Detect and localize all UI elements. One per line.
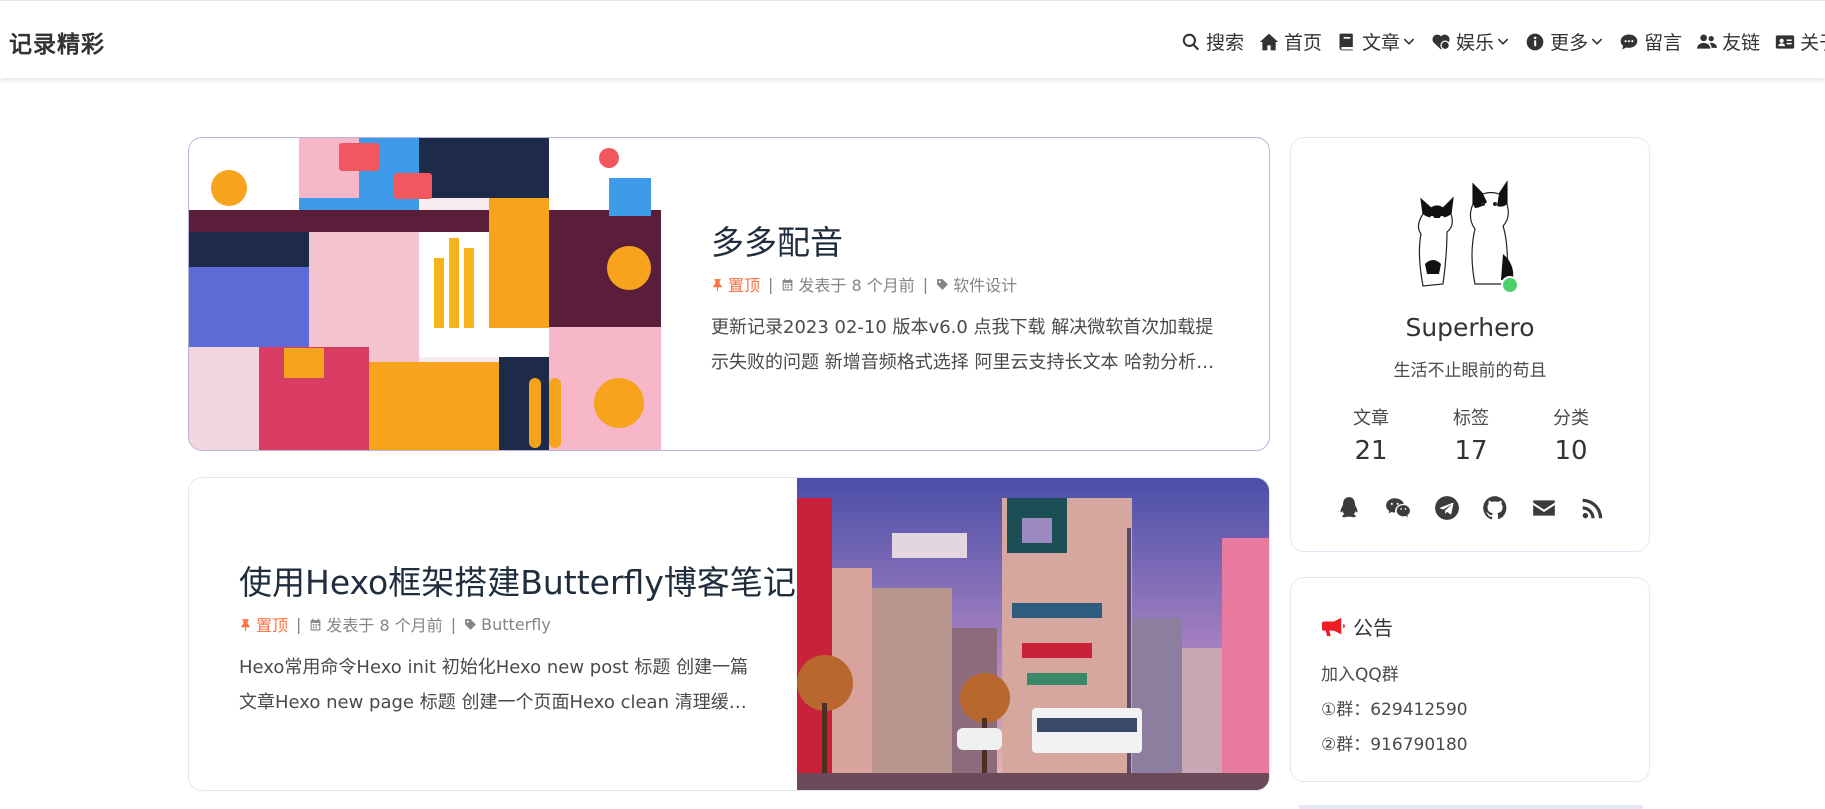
info-icon: [1526, 33, 1544, 50]
stat-value: 17: [1454, 436, 1488, 466]
nav-item-guestbook[interactable]: 留言: [1619, 28, 1682, 55]
post-category-label: Butterfly: [481, 614, 551, 634]
bullhorn-icon: [1322, 617, 1345, 636]
nav-item-label: 关于: [1800, 32, 1825, 54]
stat-tags[interactable]: 标签 17: [1421, 404, 1521, 466]
email-icon[interactable]: [1531, 495, 1557, 521]
calendar-icon: [311, 618, 321, 630]
sticky-badge: 置顶: [239, 612, 288, 636]
post-cover-image[interactable]: [189, 138, 661, 450]
post-excerpt: Hexo常用命令Hexo init 初始化Hexo new post 标题 创建…: [239, 657, 749, 713]
author-stats: 文章 21 标签 17 分类 10: [1321, 404, 1621, 466]
cover-illustration: [189, 138, 661, 450]
sticky-label: 置顶: [728, 276, 761, 295]
telegram-icon[interactable]: [1434, 495, 1460, 521]
post-date-label: 发表于 8 个月前: [326, 616, 443, 635]
post-info: 多多配音 置顶 | 发表于 8 个月前 | 软件设计 更新记录2023 02-1…: [711, 138, 1269, 450]
search-icon: [1182, 33, 1200, 50]
nav-item-label: 搜索: [1206, 32, 1245, 54]
meta-separator: |: [450, 614, 457, 634]
nav-item-more[interactable]: 更多: [1525, 28, 1604, 55]
sticky-label: 置顶: [256, 616, 289, 635]
cover-illustration: [797, 478, 1269, 790]
chevron-down-icon: [1403, 38, 1415, 45]
heart-icon: [1432, 34, 1451, 50]
id-card-icon: [1775, 34, 1795, 49]
nav-item-label: 更多: [1550, 32, 1589, 54]
wechat-icon[interactable]: [1385, 495, 1411, 521]
post-category-label: 软件设计: [953, 276, 1018, 295]
post-card[interactable]: 多多配音 置顶 | 发表于 8 个月前 | 软件设计 更新记录2023 02-1…: [188, 137, 1270, 451]
chevron-down-icon: [1497, 38, 1509, 45]
post-date: 发表于 8 个月前: [309, 612, 443, 636]
next-aside-card-edge: [1299, 805, 1643, 809]
thumbtack-icon: [241, 618, 250, 631]
nav-item-friends[interactable]: 友链: [1697, 28, 1760, 55]
nav-item-search[interactable]: 搜索: [1181, 28, 1244, 55]
nav-item-label: 文章: [1362, 32, 1401, 54]
nav-item-label: 娱乐: [1456, 32, 1495, 54]
nav-item-home[interactable]: 首页: [1259, 28, 1322, 55]
author-info-card: Superhero 生活不止眼前的苟且 文章 21 标签 17 分类 10: [1290, 137, 1650, 552]
stat-label: 分类: [1553, 408, 1589, 429]
stat-label: 标签: [1453, 408, 1489, 429]
announcement-line: 加入QQ群: [1321, 665, 1399, 685]
post-excerpt: 更新记录2023 02-10 版本v6.0 点我下载 解决微软首次加载提示失败的…: [711, 317, 1215, 373]
meta-separator: |: [296, 614, 302, 634]
post-info: 使用Hexo框架搭建Butterfly博客笔记 置顶 | 发表于 8 个月前 |…: [239, 478, 799, 790]
home-icon: [1259, 33, 1279, 50]
post-category[interactable]: Butterfly: [464, 615, 551, 634]
rss-icon[interactable]: [1580, 495, 1606, 521]
chevron-down-icon: [1591, 38, 1603, 45]
site-name-link[interactable]: 记录精彩: [9, 25, 105, 59]
author-description: 生活不止眼前的苟且: [1393, 361, 1547, 381]
post-title[interactable]: 多多配音: [711, 216, 843, 264]
announcement-title: 公告: [1353, 616, 1393, 640]
stat-label: 文章: [1353, 408, 1389, 429]
meta-separator: |: [768, 274, 774, 294]
announcement-header: 公告: [1321, 612, 1393, 641]
qq-icon[interactable]: [1336, 495, 1362, 521]
author-name: Superhero: [1405, 313, 1535, 342]
github-icon[interactable]: [1482, 495, 1508, 521]
nav-item-label: 友链: [1722, 32, 1761, 54]
post-category[interactable]: 软件设计: [936, 272, 1017, 296]
tag-icon: [937, 278, 949, 290]
post-date-label: 发表于 8 个月前: [798, 276, 915, 295]
top-navbar: 记录精彩 搜索 首页 文章 娱乐 更多 留言 友链 关: [0, 0, 1825, 78]
thumbtack-icon: [713, 278, 722, 291]
tag-icon: [465, 618, 477, 630]
nav-item-label: 首页: [1284, 32, 1323, 54]
comment-icon: [1620, 34, 1638, 49]
announcement-card: 公告 加入QQ群 ①群：629412590 ②群：916790180: [1290, 577, 1650, 782]
sticky-badge: 置顶: [711, 272, 760, 296]
post-card[interactable]: 使用Hexo框架搭建Butterfly博客笔记 置顶 | 发表于 8 个月前 |…: [188, 477, 1270, 791]
stat-articles[interactable]: 文章 21: [1321, 404, 1421, 466]
online-status-dot: [1501, 276, 1519, 294]
nav-item-about[interactable]: 关于: [1775, 28, 1825, 55]
nav-item-entertainment[interactable]: 娱乐: [1431, 28, 1510, 55]
stat-categories[interactable]: 分类 10: [1521, 404, 1621, 466]
post-title[interactable]: 使用Hexo框架搭建Butterfly博客笔记: [239, 556, 796, 604]
stat-value: 21: [1354, 436, 1388, 466]
post-meta: 置顶 | 发表于 8 个月前 | 软件设计: [711, 272, 1017, 296]
stat-value: 10: [1554, 436, 1588, 466]
announcement-line: ②群：916790180: [1321, 735, 1468, 755]
nav-item-articles[interactable]: 文章: [1337, 28, 1416, 55]
nav-item-label: 留言: [1644, 32, 1683, 54]
user-group-icon: [1697, 34, 1718, 49]
nav-menu: 搜索 首页 文章 娱乐 更多 留言 友链 关: [1181, 28, 1825, 55]
book-icon: [1339, 33, 1353, 50]
announcement-line: ①群：629412590: [1321, 700, 1468, 720]
post-cover-image[interactable]: [797, 478, 1269, 790]
post-meta: 置顶 | 发表于 8 个月前 | Butterfly: [239, 612, 551, 636]
calendar-icon: [783, 278, 793, 290]
post-date: 发表于 8 个月前: [781, 272, 915, 296]
social-icons: [1336, 495, 1606, 521]
meta-separator: |: [922, 274, 929, 294]
